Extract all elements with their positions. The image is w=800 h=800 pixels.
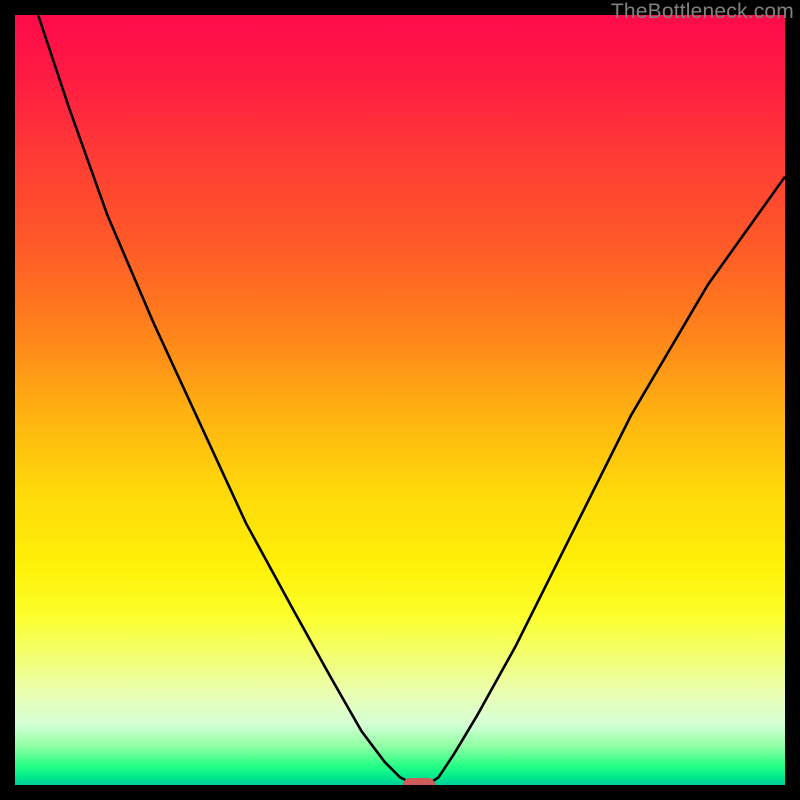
bottleneck-curve: [15, 15, 785, 785]
plot-area: [15, 15, 785, 785]
watermark-text: TheBottleneck.com: [611, 0, 794, 24]
chart-frame: TheBottleneck.com: [0, 0, 800, 800]
optimum-marker: [403, 778, 435, 785]
